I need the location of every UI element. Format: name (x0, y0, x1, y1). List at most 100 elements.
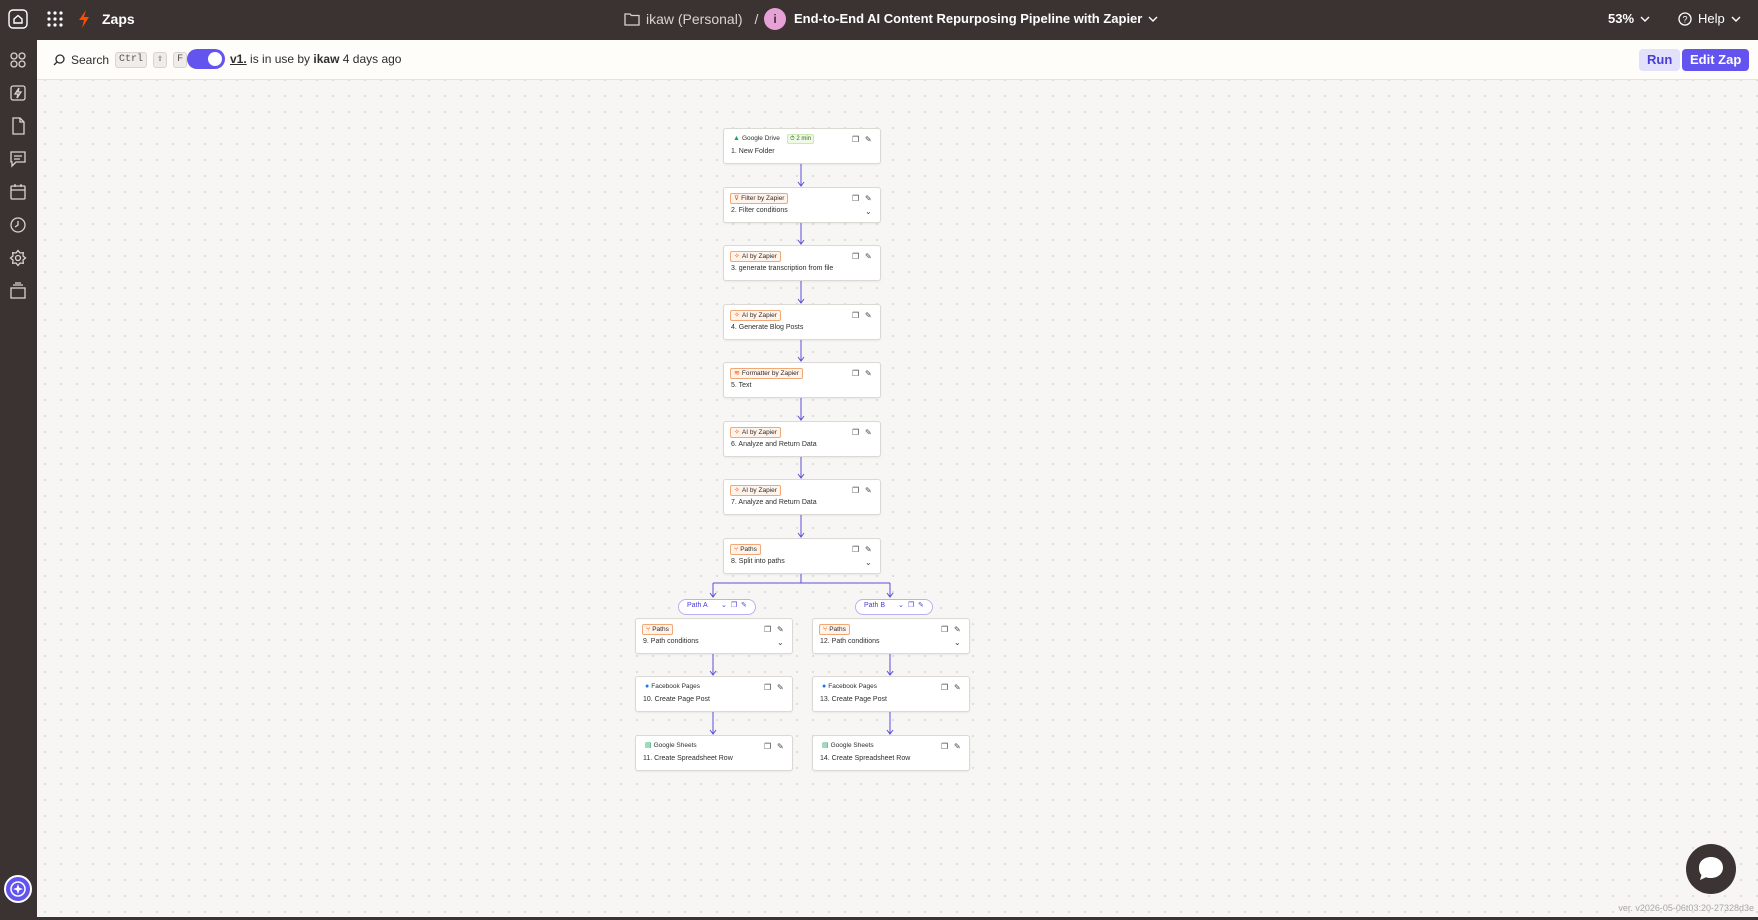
chevron-down-icon (1640, 16, 1650, 22)
app-title[interactable]: Zaps (102, 11, 135, 27)
copy-icon[interactable]: ❐ (852, 428, 859, 437)
home-icon[interactable] (8, 9, 28, 29)
app-name: Google Sheets (653, 742, 697, 749)
step-card[interactable]: ▲ Google Drive ⏱ 2 min 1. New Folder ❐ ✎ (723, 128, 881, 164)
chat-button[interactable] (1686, 844, 1736, 894)
chevron-down-icon[interactable]: ⌄ (865, 558, 872, 567)
pencil-icon[interactable]: ✎ (954, 625, 961, 634)
ai-icon: ✧ (734, 429, 740, 436)
chevron-down-icon (1148, 16, 1158, 22)
app-name: AI by Zapier (741, 312, 777, 319)
paths-icon: ⑂ (823, 626, 828, 633)
ai-copilot-button[interactable] (4, 875, 32, 903)
step-card[interactable]: ⑂ Paths 8. Split into paths ❐ ✎ ⌄ (723, 538, 881, 574)
pencil-icon[interactable]: ✎ (865, 252, 872, 261)
google-sheets-icon: ▤ (645, 742, 652, 749)
copy-icon[interactable]: ❐ (852, 194, 859, 203)
calendar-icon[interactable] (9, 183, 27, 201)
pencil-icon[interactable]: ✎ (865, 486, 872, 495)
copy-icon[interactable]: ❐ (941, 683, 948, 692)
tables-icon[interactable] (9, 117, 27, 135)
step-card[interactable]: ⑂ Paths 12. Path conditions ❐ ✎ ⌄ (812, 618, 970, 654)
pencil-icon[interactable]: ✎ (741, 601, 747, 609)
step-card[interactable]: ▤ Google Sheets 11. Create Spreadsheet Row… (635, 735, 793, 771)
chat-bubble-icon (1699, 857, 1723, 880)
app-name: Paths (652, 626, 669, 633)
zap-name-dropdown[interactable]: End-to-End AI Content Repurposing Pipeli… (794, 11, 1158, 26)
step-card[interactable]: ▤ Google Sheets 14. Create Spreadsheet Row… (812, 735, 970, 771)
copy-icon[interactable]: ❐ (852, 135, 859, 144)
copy-icon[interactable]: ❐ (941, 625, 948, 634)
paths-icon: ⑂ (646, 626, 651, 633)
interfaces-icon[interactable] (9, 150, 27, 168)
pencil-icon[interactable]: ✎ (777, 625, 784, 634)
app-badge: ⑂ Paths (642, 624, 673, 635)
chevron-down-icon[interactable]: ⌄ (777, 638, 784, 647)
pencil-icon[interactable]: ✎ (954, 683, 961, 692)
chevron-down-icon[interactable]: ⌄ (721, 601, 727, 609)
app-name: Facebook Pages (828, 683, 878, 690)
build-version: ver. v2026-05-06t03:20-27328d3e (1618, 903, 1754, 913)
step-title: 10. Create Page Post (643, 696, 710, 703)
step-title: 8. Split into paths (731, 558, 785, 565)
step-title: 7. Analyze and Return Data (731, 499, 817, 506)
step-card[interactable]: ≋ Formatter by Zapier 5. Text ❐ ✎ (723, 362, 881, 398)
step-card[interactable]: ● Facebook Pages 10. Create Page Post ❐ ✎ (635, 676, 793, 712)
copy-icon[interactable]: ❐ (941, 742, 948, 751)
step-card[interactable]: ✧ AI by Zapier 7. Analyze and Return Data ❐… (723, 479, 881, 515)
pencil-icon[interactable]: ✎ (865, 311, 872, 320)
copy-icon[interactable]: ❐ (908, 601, 914, 609)
copy-icon[interactable]: ❐ (852, 369, 859, 378)
google-drive-icon: ▲ (733, 135, 740, 142)
app-grid-icon[interactable] (46, 10, 64, 28)
pencil-icon[interactable]: ✎ (777, 742, 784, 751)
help-dropdown[interactable]: ? Help (1678, 11, 1741, 26)
copy-icon[interactable]: ❐ (852, 486, 859, 495)
zaps-icon[interactable] (9, 84, 27, 102)
top-bar: Zaps ikaw (Personal) / i End-to-End AI C… (0, 0, 1758, 40)
copy-icon[interactable]: ❐ (731, 601, 737, 609)
pencil-icon[interactable]: ✎ (865, 369, 872, 378)
copy-icon[interactable]: ❐ (764, 683, 771, 692)
step-title: 2. Filter conditions (731, 207, 788, 214)
pencil-icon[interactable]: ✎ (865, 428, 872, 437)
step-card[interactable]: ✧ AI by Zapier 6. Analyze and Return Data ❐… (723, 421, 881, 457)
sparkle-icon (10, 881, 26, 897)
step-title: 11. Create Spreadsheet Row (643, 755, 733, 762)
zoom-dropdown[interactable]: 53% (1608, 11, 1650, 26)
folder-name[interactable]: ikaw (Personal) (646, 11, 742, 27)
apps-icon[interactable] (9, 51, 27, 69)
step-card[interactable]: ● Facebook Pages 13. Create Page Post ❐ ✎ (812, 676, 970, 712)
step-card[interactable]: ✧ AI by Zapier 3. generate transcription f… (723, 245, 881, 281)
history-icon[interactable] (9, 216, 27, 234)
app-badge: ▤ Google Sheets (642, 741, 700, 750)
pencil-icon[interactable]: ✎ (865, 194, 872, 203)
settings-icon[interactable] (9, 249, 27, 267)
pencil-icon[interactable]: ✎ (865, 135, 872, 144)
copy-icon[interactable]: ❐ (852, 545, 859, 554)
app-badge: ● Facebook Pages (642, 682, 703, 691)
copy-icon[interactable]: ❐ (852, 252, 859, 261)
zap-canvas[interactable]: Search Ctrl ⇧ F v1. is in use by ikaw 4 … (37, 40, 1758, 917)
copy-icon[interactable]: ❐ (764, 742, 771, 751)
pencil-icon[interactable]: ✎ (918, 601, 924, 609)
chevron-down-icon[interactable]: ⌄ (954, 638, 961, 647)
step-card[interactable]: ✧ AI by Zapier 4. Generate Blog Posts ❐ ✎ (723, 304, 881, 340)
step-card[interactable]: ⊽ Filter by Zapier 2. Filter conditions ❐ ✎ ⌄ (723, 187, 881, 223)
copy-icon[interactable]: ❐ (852, 311, 859, 320)
app-name: AI by Zapier (741, 429, 777, 436)
copy-icon[interactable]: ❐ (764, 625, 771, 634)
step-card[interactable]: ⑂ Paths 9. Path conditions ❐ ✎ ⌄ (635, 618, 793, 654)
step-title: 3. generate transcription from file (731, 265, 834, 272)
path-b-pill[interactable]: Path B ⌄ ❐ ✎ (855, 599, 933, 615)
app-badge: ≋ Formatter by Zapier (730, 368, 803, 379)
path-a-pill[interactable]: Path A ⌄ ❐ ✎ (678, 599, 756, 615)
pencil-icon[interactable]: ✎ (777, 683, 784, 692)
chevron-down-icon[interactable]: ⌄ (898, 601, 904, 609)
archive-icon[interactable] (9, 282, 27, 300)
folder-icon (624, 13, 640, 26)
pencil-icon[interactable]: ✎ (954, 742, 961, 751)
chevron-down-icon[interactable]: ⌄ (865, 207, 872, 216)
breadcrumb[interactable]: ikaw (Personal) / (624, 11, 758, 27)
pencil-icon[interactable]: ✎ (865, 545, 872, 554)
